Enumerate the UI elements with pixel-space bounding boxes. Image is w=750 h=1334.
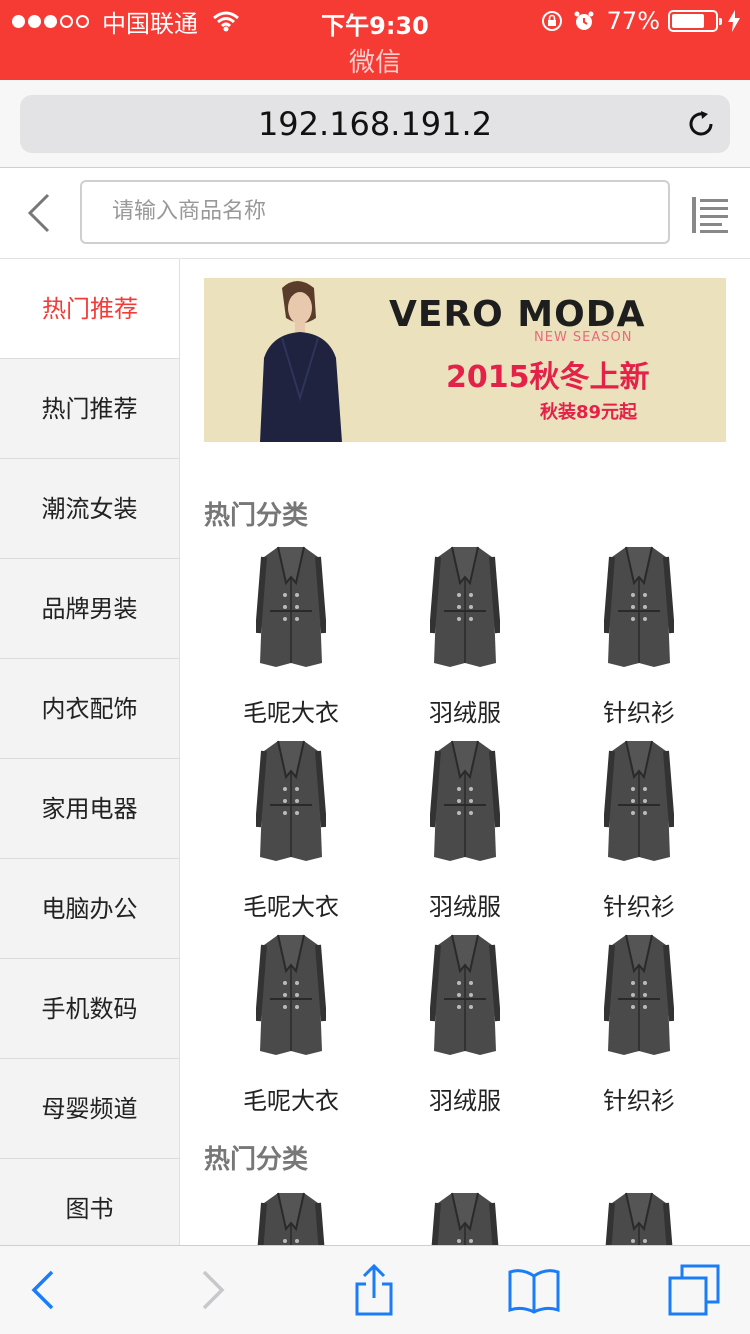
browser-address-area: 192.168.191.2 (0, 80, 750, 168)
main-content: VERO MODA NEW SEASON 2015秋冬上新 秋装89元起 热门分… (180, 259, 750, 1245)
category-item[interactable]: 毛呢大衣 (204, 543, 378, 737)
sidebar-item-hot-active[interactable]: 热门推荐 (0, 259, 179, 359)
category-grid-partial (204, 1189, 726, 1245)
sidebar-item-women[interactable]: 潮流女装 (0, 459, 179, 559)
model-image (260, 281, 342, 442)
category-grid: 毛呢大衣 羽绒服 针织衫 毛呢大衣 羽绒服 针织衫 毛呢大衣 羽绒服 针织衫 (204, 543, 726, 1123)
sidebar-item-underwear[interactable]: 内衣配饰 (0, 659, 179, 759)
status-bar: 中国联通 下午9:30 微信 77% (0, 0, 750, 80)
sidebar-item-computers[interactable]: 电脑办公 (0, 859, 179, 959)
coat-image (256, 740, 326, 861)
browser-forward-icon[interactable] (186, 1264, 238, 1316)
sidebar-item-baby[interactable]: 母婴频道 (0, 1059, 179, 1159)
category-item[interactable]: 毛呢大衣 (204, 737, 378, 931)
coat-image (256, 546, 326, 667)
search-header: 请输入商品名称 (0, 169, 750, 259)
status-right: 77% (531, 6, 740, 36)
reload-icon[interactable] (686, 109, 716, 139)
banner-brand: VERO MODA (389, 294, 646, 335)
coat-image (605, 1192, 673, 1245)
category-item-label: 毛呢大衣 (243, 699, 339, 727)
category-item[interactable]: 针织衫 (552, 931, 726, 1125)
category-item-label: 毛呢大衣 (243, 893, 339, 921)
sidebar-item-hot[interactable]: 热门推荐 (0, 359, 179, 459)
category-sidebar: 热门推荐 热门推荐 潮流女装 品牌男装 内衣配饰 家用电器 电脑办公 手机数码 … (0, 259, 180, 1245)
coat-image (257, 1192, 325, 1245)
category-item[interactable]: 羽绒服 (378, 737, 552, 931)
search-input[interactable]: 请输入商品名称 (80, 180, 670, 244)
category-item-label: 针织衫 (603, 699, 675, 727)
coat-image (430, 934, 500, 1055)
bookmarks-icon[interactable] (508, 1264, 560, 1316)
coat-image (430, 546, 500, 667)
url-text[interactable]: 192.168.191.2 (20, 95, 730, 153)
banner-title: 2015秋冬上新 (446, 360, 650, 395)
browser-toolbar (0, 1245, 750, 1334)
charging-bolt-icon (728, 10, 740, 32)
category-item-label: 针织衫 (603, 893, 675, 921)
battery-percent: 77% (606, 7, 660, 35)
sidebar-item-men[interactable]: 品牌男装 (0, 559, 179, 659)
coat-image (604, 546, 674, 667)
tabs-icon[interactable] (668, 1264, 720, 1316)
app-name: 微信 (348, 48, 401, 78)
coat-image (604, 740, 674, 861)
category-item[interactable]: 羽绒服 (378, 931, 552, 1125)
address-bar[interactable]: 192.168.191.2 (20, 95, 730, 153)
coat-image (256, 934, 326, 1055)
category-item-partial[interactable] (204, 1189, 378, 1245)
sidebar-item-appliances[interactable]: 家用电器 (0, 759, 179, 859)
category-item[interactable]: 羽绒服 (378, 543, 552, 737)
category-item-label: 羽绒服 (429, 699, 501, 727)
list-menu-icon[interactable] (690, 195, 730, 235)
banner-subtitle: 秋装89元起 (540, 402, 638, 423)
share-icon[interactable] (348, 1264, 400, 1316)
category-item-partial[interactable] (552, 1189, 726, 1245)
coat-image (604, 934, 674, 1055)
category-item-label: 毛呢大衣 (243, 1087, 339, 1115)
rotation-lock-icon (541, 11, 562, 31)
browser-back-icon[interactable] (22, 1264, 74, 1316)
category-item-partial[interactable] (378, 1189, 552, 1245)
promo-banner[interactable]: VERO MODA NEW SEASON 2015秋冬上新 秋装89元起 (204, 278, 726, 442)
sidebar-item-books[interactable]: 图书 (0, 1159, 179, 1245)
category-item-label: 羽绒服 (429, 1087, 501, 1115)
banner-season: NEW SEASON (534, 330, 633, 345)
category-item[interactable]: 毛呢大衣 (204, 931, 378, 1125)
coat-image (431, 1192, 499, 1245)
category-item-label: 羽绒服 (429, 893, 501, 921)
category-item[interactable]: 针织衫 (552, 737, 726, 931)
battery-icon (668, 10, 722, 32)
category-item[interactable]: 针织衫 (552, 543, 726, 737)
section-title: 热门分类 (204, 1145, 309, 1175)
section-title: 热门分类 (204, 501, 309, 531)
back-arrow-icon[interactable] (24, 191, 54, 235)
sidebar-item-phones[interactable]: 手机数码 (0, 959, 179, 1059)
coat-image (430, 740, 500, 861)
alarm-icon (574, 11, 594, 30)
category-item-label: 针织衫 (603, 1087, 675, 1115)
